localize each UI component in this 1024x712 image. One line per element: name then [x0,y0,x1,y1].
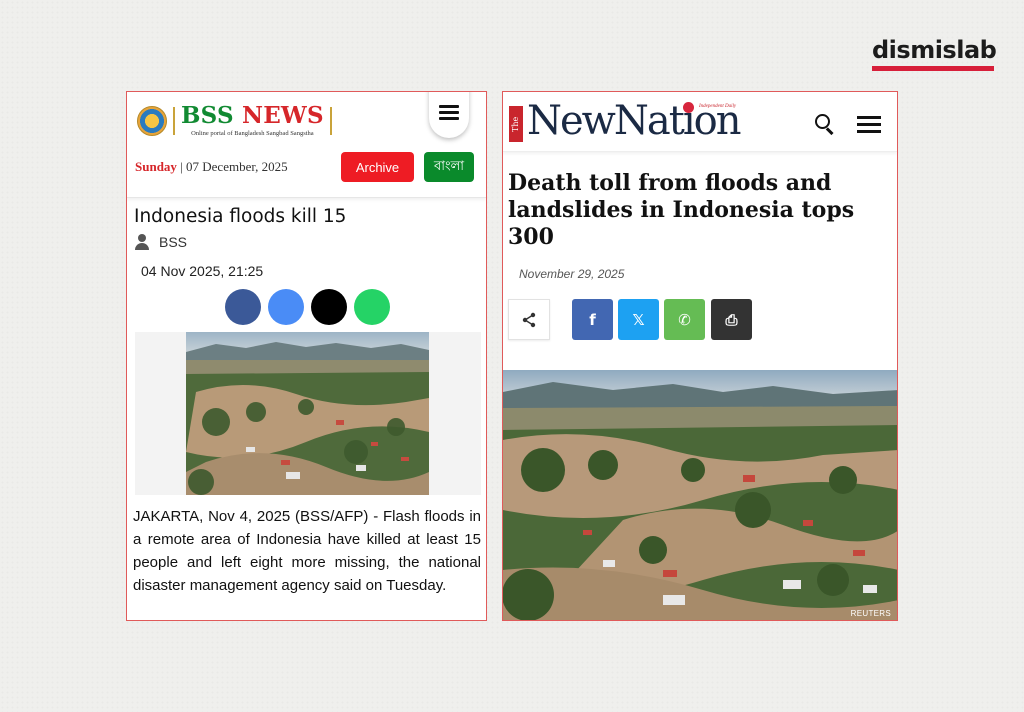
whatsapp-share-button[interactable]: ✆ [664,299,705,340]
twitter-share-button[interactable] [268,289,304,325]
bangla-button[interactable]: বাংলা [424,152,474,182]
nn-logo-tagline: Independent Daily [699,104,737,109]
archive-button[interactable]: Archive [341,152,414,182]
bss-news-screenshot: BSS NEWS Online portal of Bangladesh San… [126,91,487,621]
x-share-button[interactable]: 𝕏 [618,299,659,340]
flood-aerial-photo [186,332,429,495]
new-nation-screenshot: The NewNation Independent Daily Death to… [502,91,898,621]
nn-logo-the: The [509,106,523,142]
bss-date-row: Sunday | 07 December, 2025 [135,159,288,175]
person-icon [135,234,149,250]
share-toggle-button[interactable] [508,299,550,340]
byline: BSS [135,234,187,250]
share-buttons [225,289,390,325]
brand-name: dismislab [872,36,997,64]
bss-day: Sunday [135,159,177,174]
bss-header: BSS NEWS Online portal of Bangladesh San… [127,92,486,198]
article-headline: Indonesia floods kill 15 [134,206,347,227]
author-name[interactable]: BSS [159,234,187,250]
nn-logo-dot [683,102,694,113]
nn-header: The NewNation Independent Daily [503,92,897,152]
article-headline: Death toll from floods and landslides in… [508,170,855,250]
bss-date: | 07 December, 2025 [176,159,288,174]
facebook-share-button[interactable]: f [572,299,613,340]
hamburger-icon [439,104,459,120]
facebook-share-button[interactable] [225,289,261,325]
print-button[interactable]: ⎙ [711,299,752,340]
search-icon[interactable] [815,114,835,135]
flood-aerial-photo: REUTERS [503,370,897,620]
x-share-button[interactable] [311,289,347,325]
bss-logo-subtitle: Online portal of Bangladesh Sangbad Sang… [191,130,314,137]
photo-credit: REUTERS [850,609,891,618]
publish-date: 04 Nov 2025, 21:25 [141,263,264,279]
bss-logo[interactable]: BSS NEWS Online portal of Bangladesh San… [137,104,338,137]
dismislab-logo: dismislab [872,36,997,71]
publish-date: November 29, 2025 [519,267,625,281]
whatsapp-share-button[interactable] [354,289,390,325]
bss-menu-button[interactable] [429,92,469,138]
article-body: JAKARTA, Nov 4, 2025 (BSS/AFP) - Flash f… [133,508,481,594]
bss-logo-title: BSS NEWS [181,102,324,129]
hamburger-icon[interactable] [857,116,881,133]
share-icon [522,312,536,327]
brand-underline [872,66,994,71]
bss-seal-icon [137,105,167,136]
